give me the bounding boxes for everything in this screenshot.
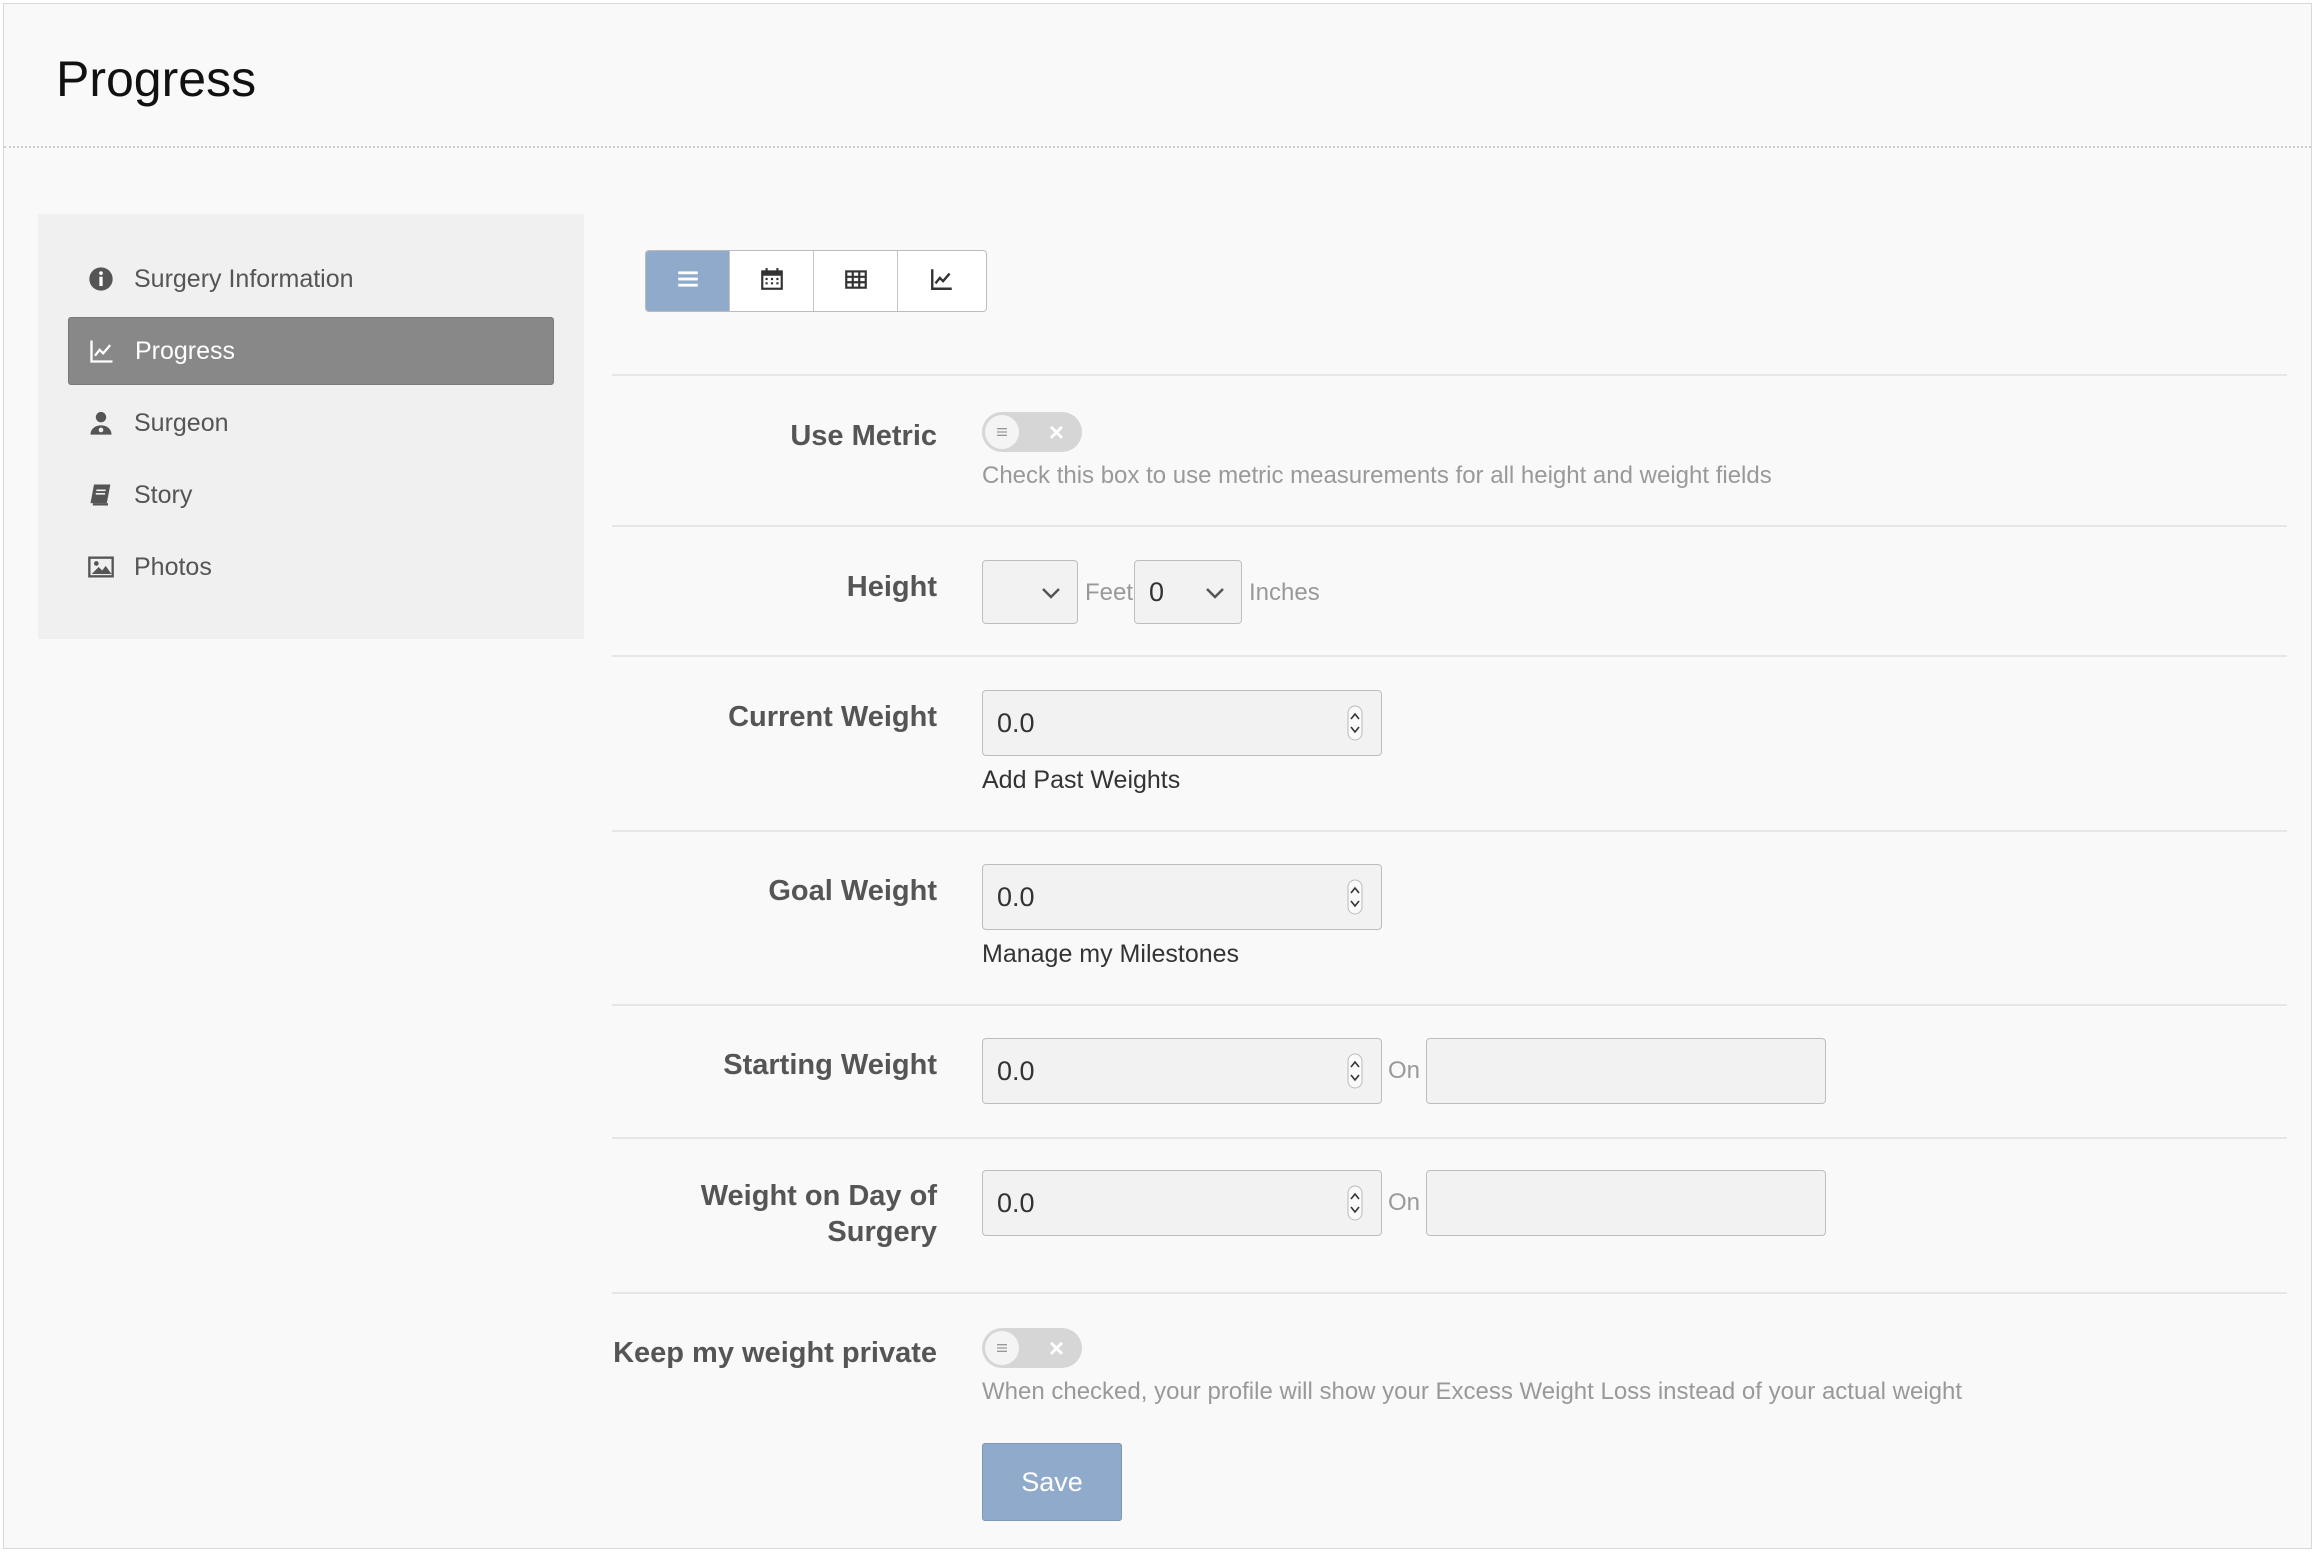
chevron-down-icon	[1206, 588, 1224, 599]
divider	[612, 1137, 2287, 1139]
table-view-button[interactable]	[814, 251, 898, 311]
list-view-button[interactable]	[646, 251, 730, 311]
select-value: 0	[1149, 576, 1165, 607]
divider	[612, 1292, 2287, 1294]
page-title: Progress	[56, 51, 257, 107]
divider	[612, 525, 2287, 527]
chart-view-button[interactable]	[898, 251, 986, 311]
view-toggle-group	[645, 250, 987, 312]
label-line: Weight on Day of	[700, 1180, 937, 1212]
table-icon	[843, 266, 869, 297]
current-weight-input[interactable]: 0.0	[982, 690, 1382, 756]
grip-lines-icon	[997, 428, 1007, 436]
line-chart-icon	[87, 336, 117, 366]
sidebar-item-label: Surgeon	[134, 408, 229, 437]
close-icon: ×	[1048, 1333, 1064, 1363]
divider	[612, 1004, 2287, 1006]
use-metric-toggle[interactable]: ×	[982, 412, 1082, 452]
height-feet-select[interactable]	[982, 560, 1078, 624]
info-circle-icon	[86, 264, 116, 294]
starting-weight-input[interactable]: 0.0	[982, 1038, 1382, 1104]
spinner-icon	[1347, 1053, 1363, 1089]
sidebar-item-surgeon[interactable]: Surgeon	[68, 389, 554, 457]
use-metric-help: Check this box to use metric measurement…	[982, 462, 1772, 489]
input-value: 0.0	[997, 881, 1035, 912]
goal-weight-input[interactable]: 0.0	[982, 864, 1382, 930]
starting-weight-date-input[interactable]	[1426, 1038, 1826, 1104]
user-doctor-icon	[86, 408, 116, 438]
sidebar: Surgery Information Progress Surgeon Sto…	[38, 214, 584, 639]
title-divider	[4, 146, 2311, 148]
grip-lines-icon	[997, 1344, 1007, 1352]
current-weight-label: Current Weight	[728, 701, 937, 733]
private-weight-label: Keep my weight private	[613, 1337, 937, 1369]
spinner-icon	[1347, 705, 1363, 741]
height-inches-select[interactable]: 0	[1134, 560, 1242, 624]
spinner-icon	[1347, 1185, 1363, 1221]
manage-milestones-link[interactable]: Manage my Milestones	[982, 940, 1239, 969]
add-past-weights-link[interactable]: Add Past Weights	[982, 766, 1180, 795]
save-button[interactable]: Save	[982, 1443, 1122, 1521]
toggle-knob	[985, 415, 1019, 449]
surgery-weight-label: Weight on Day of Surgery	[701, 1178, 937, 1250]
line-chart-icon	[929, 266, 955, 297]
label-line: Surgery	[827, 1216, 937, 1248]
inches-unit: Inches	[1249, 579, 1320, 606]
goal-weight-label: Goal Weight	[768, 875, 937, 907]
starting-weight-label: Starting Weight	[723, 1049, 937, 1081]
close-icon: ×	[1048, 417, 1064, 447]
sidebar-item-label: Story	[134, 480, 193, 509]
height-label: Height	[846, 571, 937, 603]
divider	[612, 374, 2287, 376]
page-frame: Progress Surgery Information Progress Su…	[3, 3, 2312, 1549]
calendar-icon	[759, 266, 785, 297]
surgery-weight-input[interactable]: 0.0	[982, 1170, 1382, 1236]
private-weight-help: When checked, your profile will show you…	[982, 1378, 1963, 1405]
sidebar-item-surgery-information[interactable]: Surgery Information	[68, 245, 554, 313]
sidebar-item-label: Surgery Information	[134, 264, 354, 293]
surgery-weight-date-input[interactable]	[1426, 1170, 1826, 1236]
sidebar-item-label: Photos	[134, 552, 212, 581]
input-value: 0.0	[997, 1055, 1035, 1086]
sidebar-item-photos[interactable]: Photos	[68, 533, 554, 601]
use-metric-label: Use Metric	[790, 420, 937, 452]
book-icon	[86, 480, 116, 510]
on-label: On	[1388, 1057, 1421, 1084]
on-label: On	[1388, 1189, 1421, 1216]
toggle-knob	[985, 1331, 1019, 1365]
sidebar-item-story[interactable]: Story	[68, 461, 554, 529]
input-value: 0.0	[997, 1187, 1035, 1218]
divider	[612, 655, 2287, 657]
input-value: 0.0	[997, 707, 1035, 738]
list-icon	[675, 266, 701, 297]
sidebar-item-progress[interactable]: Progress	[68, 317, 554, 385]
chevron-down-icon	[1042, 588, 1060, 599]
image-icon	[86, 552, 116, 582]
divider	[612, 830, 2287, 832]
calendar-view-button[interactable]	[730, 251, 814, 311]
private-weight-toggle[interactable]: ×	[982, 1328, 1082, 1368]
spinner-icon	[1347, 879, 1363, 915]
feet-unit: Feet	[1085, 579, 1134, 606]
sidebar-item-label: Progress	[135, 336, 236, 365]
